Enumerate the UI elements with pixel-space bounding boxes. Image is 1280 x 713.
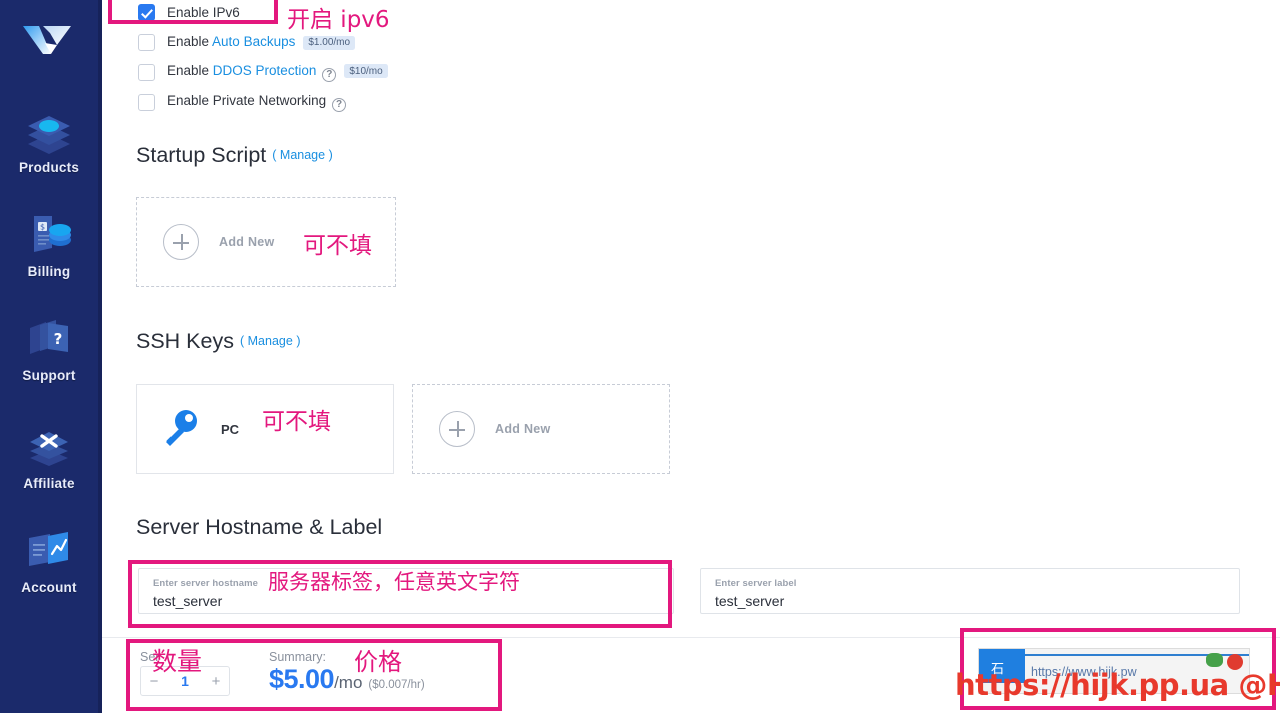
ssh-keys-title: SSH Keys	[136, 329, 234, 353]
paren-close: )	[296, 334, 301, 348]
sidebar-item-label: Account	[21, 580, 77, 595]
option-label-private-networking: Enable Private Networking?	[167, 92, 347, 112]
ssh-keys-add-new-card[interactable]: Add New	[412, 384, 670, 474]
price-hourly: ($0.007/hr)	[368, 679, 425, 691]
option-prefix: Enable	[167, 92, 213, 108]
option-prefix: Enable	[167, 4, 213, 20]
sidebar-item-label: Billing	[27, 264, 71, 279]
quantity-increment-button[interactable]: +	[203, 673, 229, 690]
key-icon	[166, 410, 197, 446]
sidebar-item-label: Support	[22, 368, 76, 383]
sidebar-item-account[interactable]: Account	[0, 524, 98, 595]
billing-coins-icon: $	[34, 216, 71, 252]
paren-open: (	[239, 334, 245, 348]
ssh-key-name: PC	[221, 421, 240, 437]
help-icon[interactable]: ?	[332, 97, 347, 112]
checkbox-enable-ipv6[interactable]	[138, 3, 155, 21]
option-row-auto-backups[interactable]: Enable Auto Backups $1.00/mo	[138, 32, 356, 52]
server-label-input[interactable]: Enter server label test_server	[700, 568, 1240, 614]
layers-icon	[28, 116, 70, 154]
quantity-decrement-button[interactable]: −	[141, 673, 167, 690]
svg-text:$: $	[40, 223, 45, 232]
account-chart-icon	[29, 532, 68, 566]
checkbox-enable-ddos-protection[interactable]	[138, 63, 155, 81]
option-row-ddos[interactable]: Enable DDOS Protection? $10/mo	[138, 62, 388, 82]
help-icon[interactable]: ?	[322, 67, 337, 82]
option-label-ddos: Enable DDOS Protection? $10/mo	[167, 63, 388, 82]
vultr-logo-icon	[23, 26, 71, 54]
vultr-logo[interactable]	[0, 18, 98, 64]
paren-open: (	[272, 148, 277, 162]
ssh-keys-heading: SSH Keys ( Manage )	[136, 329, 300, 354]
sidebar-item-support[interactable]: ? Support	[0, 312, 98, 383]
startup-script-add-new-card[interactable]: Add New	[136, 197, 396, 287]
option-row-private-networking[interactable]: Enable Private Networking?	[138, 92, 347, 112]
option-label-auto-backups: Enable Auto Backups $1.00/mo	[167, 34, 356, 50]
price-badge-auto-backups: $1.00/mo	[303, 35, 356, 50]
svg-text:?: ?	[54, 330, 63, 348]
add-new-label: Add New	[495, 422, 551, 436]
price-summary: $5.00/mo ($0.007/hr)	[269, 664, 425, 695]
checkbox-enable-private-networking[interactable]	[138, 93, 155, 111]
ssh-key-card-pc[interactable]: PC	[136, 384, 394, 474]
main-content: Enable IPv6 Enable Auto Backups $1.00/mo …	[102, 0, 1280, 713]
quantity-label: Ser	[140, 650, 160, 664]
sidebar: Products $ Billing ? Support Affiliate A…	[0, 0, 98, 713]
sidebar-item-billing[interactable]: $ Billing	[0, 208, 98, 279]
hostname-heading: Server Hostname & Label	[136, 515, 383, 539]
affiliate-layers-x-icon	[30, 432, 68, 466]
sidebar-item-affiliate[interactable]: Affiliate	[0, 420, 98, 491]
manage-link[interactable]: Manage	[248, 334, 293, 348]
option-link-auto-backups[interactable]: Auto Backups	[212, 34, 295, 49]
watermark-url: https://www.hijk.pw	[1031, 665, 1137, 679]
startup-script-manage[interactable]: ( Manage )	[272, 148, 333, 162]
quantity-value: 1	[181, 673, 189, 689]
startup-script-title: Startup Script	[136, 143, 267, 167]
option-name: IPv6	[212, 4, 240, 20]
sidebar-item-products[interactable]: Products	[0, 104, 98, 175]
option-prefix: Enable	[167, 62, 213, 78]
quantity-stepper[interactable]: − 1 +	[140, 666, 230, 696]
paren-close: )	[328, 148, 333, 162]
price-badge-ddos: $10/mo	[344, 64, 388, 78]
watermark-widget: 石 https://www.hijk.pw	[978, 648, 1250, 694]
add-new-label: Add New	[219, 235, 275, 249]
option-name: Private Networking	[212, 92, 327, 108]
watermark-badge-text: 石	[991, 661, 1005, 676]
option-row-ipv6[interactable]: Enable IPv6	[138, 2, 240, 22]
summary-label: Summary:	[269, 650, 326, 664]
sidebar-item-label: Affiliate	[23, 476, 75, 491]
page-root: Products $ Billing ? Support Affiliate A…	[0, 0, 1280, 713]
server-label-label: Enter server label	[715, 578, 797, 589]
plus-icon	[439, 411, 475, 447]
server-hostname-label: Enter server hostname	[153, 578, 259, 589]
sidebar-item-label: Products	[18, 160, 80, 175]
startup-script-heading: Startup Script ( Manage )	[136, 143, 333, 168]
option-link-ddos-protection[interactable]: DDOS Protection	[213, 63, 317, 78]
watermark-green-dot-icon	[1206, 653, 1223, 667]
ssh-keys-manage[interactable]: ( Manage )	[240, 334, 301, 348]
option-prefix: Enable	[167, 34, 213, 50]
checkbox-enable-auto-backups[interactable]	[138, 33, 155, 51]
manage-link[interactable]: Manage	[280, 148, 325, 162]
plus-icon	[163, 224, 199, 260]
price-amount: $5.00	[269, 664, 335, 694]
support-question-icon: ?	[30, 320, 68, 354]
watermark-red-dot-icon	[1227, 654, 1243, 670]
server-hostname-value: test_server	[153, 593, 223, 609]
server-hostname-input[interactable]: Enter server hostname test_server	[138, 568, 674, 614]
server-label-value: test_server	[715, 593, 785, 609]
option-label-ipv6: Enable IPv6	[167, 5, 240, 20]
price-period: /mo	[334, 673, 363, 692]
